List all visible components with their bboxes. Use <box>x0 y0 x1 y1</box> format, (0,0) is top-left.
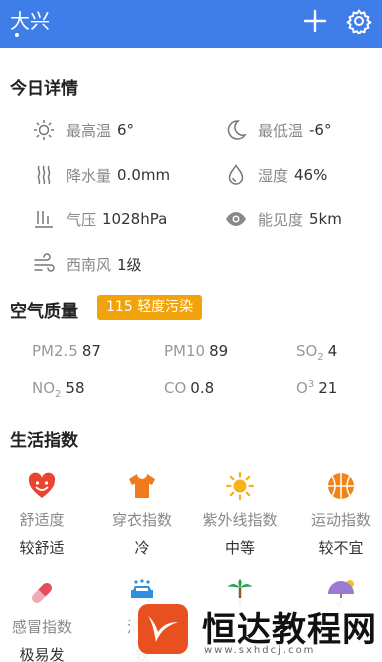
watermark: 恒达教程网 www.sxhdcj.com <box>130 598 382 662</box>
life-item-name: 感冒指数 <box>11 618 72 636</box>
watermark-url: www.sxhdcj.com <box>204 645 316 656</box>
aq-o3: O3 21 <box>296 379 337 401</box>
detail-value: -6° <box>309 121 332 139</box>
detail-label: 湿度 <box>258 166 289 185</box>
basketball-icon <box>328 473 354 499</box>
detail-low-temp: 最低温 -6° <box>224 116 331 144</box>
plus-icon <box>303 9 327 33</box>
detail-label: 最高温 <box>66 121 112 140</box>
heart-face-icon <box>28 472 56 498</box>
eye-icon <box>226 212 246 226</box>
brand-logo-icon <box>138 604 188 654</box>
life-item-value: 较舒适 <box>19 539 65 557</box>
aq-value: 21 <box>318 379 338 397</box>
city-name[interactable]: 大兴 <box>10 5 50 34</box>
aq-label: NO2 <box>32 379 62 400</box>
life-item-value: 较不宜 <box>318 539 364 557</box>
detail-value: 1028hPa <box>102 210 168 228</box>
pressure-icon <box>35 211 53 228</box>
air-quality-title: 空气质量 <box>10 302 78 322</box>
pill-icon <box>32 583 52 603</box>
top-bar: 大兴 <box>0 0 382 48</box>
detail-wind: 西南风 1级 <box>32 250 142 278</box>
aq-label: SO2 <box>296 342 324 363</box>
life-item-name: 运动指数 <box>310 511 371 529</box>
life-item-value: 中等 <box>224 539 255 557</box>
detail-high-temp: 最高温 6° <box>32 116 134 144</box>
life-item-uv[interactable]: 紫外线指数 中等 <box>192 471 288 558</box>
aq-label: PM10 <box>164 342 206 360</box>
life-item-sport[interactable]: 运动指数 较不宜 <box>293 471 382 558</box>
settings-button[interactable] <box>346 8 372 36</box>
detail-visibility: 能见度 5km <box>224 205 342 233</box>
life-item-cold[interactable]: 感冒指数 极易发 <box>0 578 90 662</box>
aq-value: 58 <box>65 379 85 397</box>
aq-value: 0.8 <box>190 379 215 397</box>
detail-label: 降水量 <box>66 166 112 185</box>
detail-value: 0.0mm <box>117 166 171 184</box>
wind-icon <box>34 253 55 272</box>
today-details-title: 今日详情 <box>10 79 78 99</box>
detail-label: 气压 <box>66 210 97 229</box>
aqi-value: 115 <box>106 299 133 315</box>
life-item-dressing[interactable]: 穿衣指数 冷 <box>94 471 190 558</box>
detail-label: 最低温 <box>258 121 304 140</box>
aq-pm25: PM2.5 87 <box>32 342 101 364</box>
aqi-badge[interactable]: 115 轻度污染 <box>97 295 203 320</box>
sun-icon <box>34 120 54 140</box>
sun-icon <box>225 471 255 501</box>
aq-label: CO <box>164 379 187 397</box>
aq-value: 89 <box>209 342 229 360</box>
moon-icon <box>227 120 247 140</box>
aq-label: O3 <box>296 379 315 397</box>
life-item-value: 极易发 <box>19 646 65 662</box>
shirt-icon <box>129 474 155 498</box>
life-item-value: 冷 <box>134 539 150 557</box>
life-item-comfort[interactable]: 舒适度 较舒适 <box>0 471 90 558</box>
detail-value: 46% <box>294 166 328 184</box>
detail-label: 西南风 <box>66 255 112 274</box>
aqi-level: 轻度污染 <box>137 299 194 315</box>
aq-no2: NO2 58 <box>32 379 85 401</box>
detail-value: 1级 <box>117 255 142 274</box>
rain-icon <box>37 165 51 185</box>
detail-label: 能见度 <box>258 210 304 229</box>
add-city-button[interactable] <box>302 8 328 34</box>
drop-icon <box>228 164 244 185</box>
life-item-name: 紫外线指数 <box>202 511 278 529</box>
aq-co: CO 0.8 <box>164 379 214 401</box>
life-index-title: 生活指数 <box>10 431 78 451</box>
detail-humidity: 湿度 46% <box>224 161 327 189</box>
page-indicator-dot <box>15 33 19 37</box>
life-item-name: 舒适度 <box>19 511 65 529</box>
gear-icon <box>346 9 372 36</box>
aq-label: PM2.5 <box>32 342 78 360</box>
life-item-name: 穿衣指数 <box>111 511 172 529</box>
aq-value: 4 <box>327 342 338 360</box>
watermark-text: 恒达教程网 <box>202 610 377 650</box>
aq-so2: SO2 4 <box>296 342 337 364</box>
detail-value: 6° <box>117 121 135 139</box>
detail-value: 5km <box>309 210 342 228</box>
detail-pressure: 气压 1028hPa <box>32 205 167 233</box>
aq-value: 87 <box>81 342 101 360</box>
detail-precipitation: 降水量 0.0mm <box>32 161 170 189</box>
aq-pm10: PM10 89 <box>164 342 228 364</box>
